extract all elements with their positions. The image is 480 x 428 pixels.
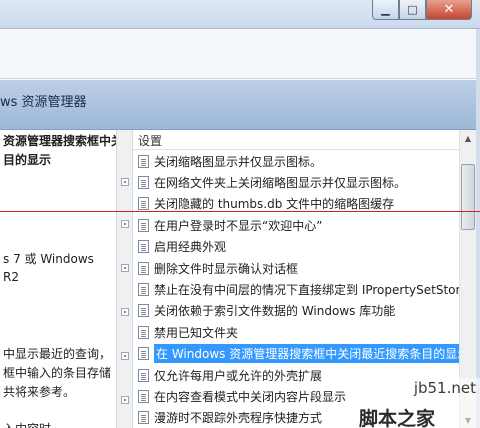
policy-setting-icon	[138, 325, 149, 339]
policy-setting-row[interactable]: 在用户登录时不显示“欢迎中心”	[133, 215, 459, 235]
policy-setting-label: 禁用已知文件夹	[154, 325, 239, 340]
pane-splitter[interactable]	[116, 130, 133, 428]
description-pane: 资源管理器搜索框中关 目的显示 s 7 或 Windows R2 中显示最近的查…	[0, 130, 116, 428]
description-line-6: 入内容时，	[3, 420, 63, 428]
minimize-button[interactable]: ▁	[372, 0, 399, 20]
watermark-name: 脚本之家	[359, 408, 436, 428]
policy-setting-row[interactable]: 在网络文件夹上关闭缩略图显示并仅显示图标。	[133, 172, 459, 192]
policy-setting-label: 在网络文件夹上关闭缩略图显示并仅显示图标。	[154, 175, 407, 190]
policy-setting-icon	[138, 154, 149, 168]
splitter-grip[interactable]	[121, 178, 129, 186]
splitter-grip[interactable]	[121, 220, 129, 228]
policy-setting-icon	[138, 368, 149, 382]
header-banner: ws 资源管理器	[0, 80, 480, 130]
description-line-4: 框中输入的条目存储	[3, 366, 112, 380]
policy-setting-row[interactable]: 删除文件时显示确认对话框	[133, 258, 459, 278]
description-line-3: 中显示最近的查询，	[3, 347, 112, 361]
policy-setting-icon	[138, 411, 149, 425]
policy-setting-icon	[138, 389, 149, 403]
policy-setting-icon	[138, 218, 149, 232]
policy-setting-label: 仅允许每用户或允许的外壳扩展	[154, 368, 323, 383]
description-line-5: 共将来参考。	[3, 385, 76, 399]
policy-setting-label: 在内容查看模式中关闭内容片段显示	[154, 389, 347, 404]
watermark: jb51.net 脚本之家	[355, 378, 480, 428]
maximize-button[interactable]: □	[399, 0, 426, 20]
watermark-site: jb51.net	[413, 379, 476, 397]
policy-setting-label: 关闭隐藏的 thumbs.db 文件中的缩略图缓存	[154, 197, 395, 212]
red-guide-line	[0, 211, 480, 212]
toolbar	[0, 29, 480, 79]
scroll-up-icon[interactable]: ▲	[460, 130, 476, 146]
title-bar: ▁ □ ✕	[0, 0, 480, 29]
policy-setting-label: 漫游时不跟踪外壳程序快捷方式	[154, 411, 323, 426]
policy-setting-label: 删除文件时显示确认对话框	[154, 261, 299, 276]
splitter-grip[interactable]	[121, 352, 129, 360]
close-button[interactable]: ✕	[426, 0, 472, 20]
window-border	[476, 29, 480, 428]
description-line-2: R2	[3, 270, 19, 284]
description-line-1: s 7 或 Windows	[3, 252, 94, 266]
splitter-grip[interactable]	[121, 396, 129, 404]
policy-setting-row[interactable]: 关闭依赖于索引文件数据的 Windows 库功能	[133, 301, 459, 321]
policy-setting-row[interactable]: 关闭缩略图显示并仅显示图标。	[133, 151, 459, 171]
column-header-label: 设置	[138, 134, 163, 148]
policy-setting-icon	[138, 175, 149, 189]
policy-setting-row[interactable]: 启用经典外观	[133, 237, 459, 257]
splitter-grip[interactable]	[121, 308, 129, 316]
policy-setting-icon	[138, 197, 149, 211]
splitter-grip[interactable]	[121, 264, 129, 272]
scrollbar-thumb[interactable]	[461, 164, 475, 230]
policy-setting-label: 关闭依赖于索引文件数据的 Windows 库功能	[154, 304, 396, 319]
policy-setting-icon	[138, 304, 149, 318]
policy-setting-row[interactable]: 在 Windows 资源管理器搜索框中关闭最近搜索条目的显示	[133, 344, 459, 364]
policy-setting-row[interactable]: 禁止在没有中间层的情况下直接绑定到 IPropertySetStor	[133, 279, 459, 299]
policy-setting-icon	[138, 261, 149, 275]
policy-setting-label: 在 Windows 资源管理器搜索框中关闭最近搜索条目的显示	[154, 344, 459, 364]
policy-setting-icon	[138, 282, 149, 296]
policy-setting-icon	[138, 240, 149, 254]
column-header-settings[interactable]: 设置	[133, 130, 459, 150]
policy-setting-label: 在用户登录时不显示“欢迎中心”	[154, 218, 323, 233]
policy-setting-label: 启用经典外观	[154, 240, 227, 255]
policy-setting-label: 禁止在没有中间层的情况下直接绑定到 IPropertySetStor	[154, 282, 459, 297]
policy-setting-row[interactable]: 禁用已知文件夹	[133, 322, 459, 342]
page-title: ws 资源管理器	[0, 95, 87, 110]
description-title-text: 资源管理器搜索框中关 目的显示	[3, 134, 116, 167]
setting-description-title: 资源管理器搜索框中关 目的显示	[3, 132, 116, 170]
policy-setting-label: 关闭缩略图显示并仅显示图标。	[154, 154, 323, 169]
policy-setting-icon	[138, 347, 149, 361]
